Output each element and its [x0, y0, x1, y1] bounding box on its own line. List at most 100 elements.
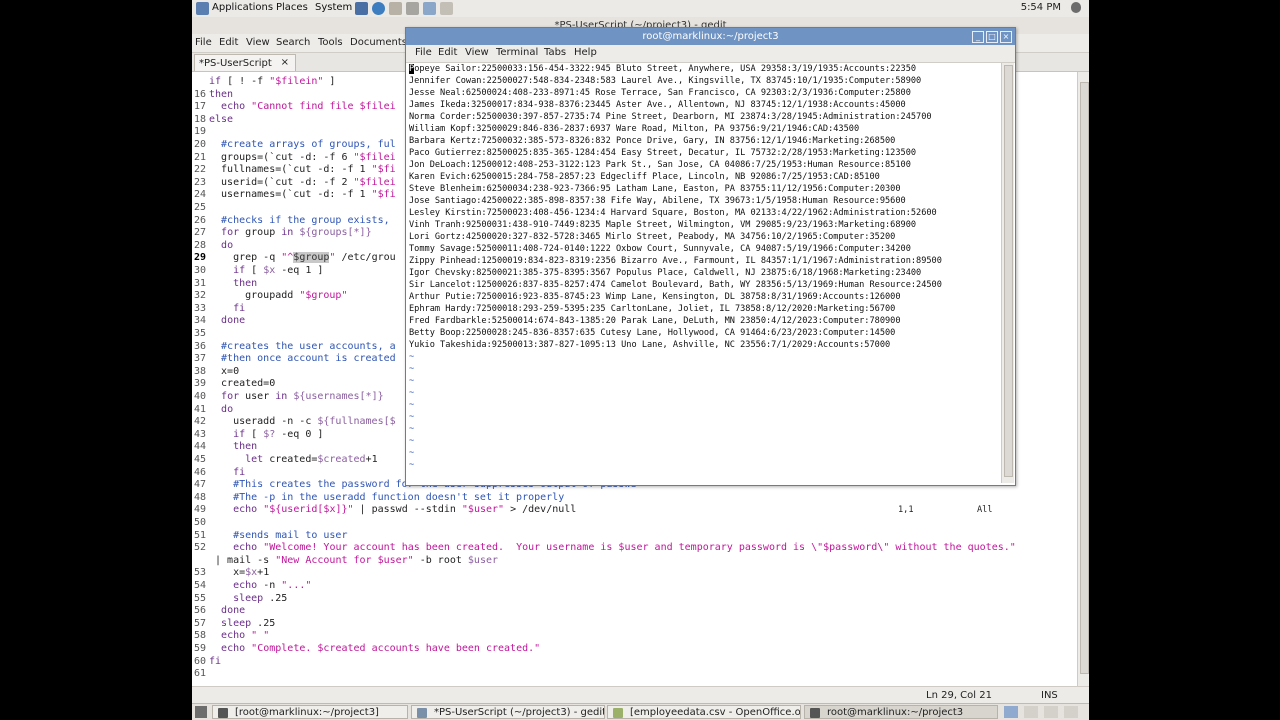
code-line[interactable]: 17 echo "Cannot find file $filei: [192, 101, 396, 114]
terminal-scrollbar[interactable]: [1001, 63, 1014, 483]
code-line[interactable]: 59 echo "Complete. $created accounts hav…: [192, 643, 540, 656]
terminal-menu-help[interactable]: Help: [574, 47, 597, 58]
line-number: 60: [193, 655, 206, 667]
code-line[interactable]: 41 do: [192, 404, 233, 417]
tools-launcher-icon[interactable]: [440, 2, 453, 15]
minimize-icon[interactable]: _: [972, 31, 984, 43]
terminal-menu-edit[interactable]: Edit: [438, 47, 457, 58]
workspace-3[interactable]: [1044, 706, 1058, 718]
code-line[interactable]: 60 fi: [192, 656, 221, 669]
terminal-scroll-thumb[interactable]: [1004, 65, 1013, 477]
show-desktop-icon[interactable]: [195, 706, 207, 718]
code-line[interactable]: 27 for group in ${groups[*]}: [192, 227, 372, 240]
mail-launcher-icon[interactable]: [389, 2, 402, 15]
gedit-menu-edit[interactable]: Edit: [219, 37, 238, 48]
code-line[interactable]: 20 #create arrays of groups, ful: [192, 139, 396, 152]
line-number: 51: [193, 529, 206, 541]
gedit-menu-documents[interactable]: Documents: [350, 37, 407, 48]
task-gedit[interactable]: *PS-UserScript (~/project3) - gedit: [411, 705, 605, 719]
code-line[interactable]: 39 created=0: [192, 378, 275, 391]
code-line[interactable]: 29 grep -q "^$group" /etc/grou: [192, 252, 396, 265]
code-line[interactable]: 37 #then once account is created: [192, 353, 396, 366]
code-line[interactable]: 38 x=0: [192, 366, 239, 379]
code-line[interactable]: 44 then: [192, 441, 257, 454]
applications-menu[interactable]: Applications: [212, 2, 273, 13]
code-line[interactable]: 25: [192, 202, 209, 215]
code-line[interactable]: 31 then: [192, 278, 257, 291]
workspace-4[interactable]: [1064, 706, 1078, 718]
code-line[interactable]: 34 done: [192, 315, 245, 328]
places-menu[interactable]: Places: [276, 2, 308, 13]
terminal-menu-tabs[interactable]: Tabs: [544, 47, 566, 58]
code-line[interactable]: 26 #checks if the group exists,: [192, 215, 390, 228]
workspace-1[interactable]: [1004, 706, 1018, 718]
code-line[interactable]: 28 do: [192, 240, 233, 253]
terminal-launcher-icon[interactable]: [355, 2, 368, 15]
terminal-menu-file[interactable]: File: [415, 47, 432, 58]
code-line[interactable]: 22 fullnames=(`cut -d: -f 1 "$fi: [192, 164, 396, 177]
gedit-menu-tools[interactable]: Tools: [318, 37, 343, 48]
code-line[interactable]: 40 for user in ${usernames[*]}: [192, 391, 384, 404]
system-menu[interactable]: System: [315, 2, 352, 13]
code-line[interactable]: 21 groups=(`cut -d: -f 6 "$filei: [192, 152, 396, 165]
terminal-content[interactable]: 1,1 All Popeye Sailor:22500033:156-454-3…: [406, 63, 1001, 515]
clock[interactable]: 5:54 PM: [1021, 2, 1061, 13]
gedit-menu-search[interactable]: Search: [276, 37, 310, 48]
task-terminal-1[interactable]: [root@marklinux:~/project3]: [212, 705, 408, 719]
terminal-menu-terminal[interactable]: Terminal: [496, 47, 538, 58]
gedit-menu-file[interactable]: File: [195, 37, 212, 48]
code-line[interactable]: 24 usernames=(`cut -d: -f 1 "$fi: [192, 189, 396, 202]
line-number: 43: [193, 428, 206, 440]
code-line[interactable]: 56 done: [192, 605, 245, 618]
code-line[interactable]: 18 else: [192, 114, 233, 127]
code-line[interactable]: 45 let created=$created+1: [192, 454, 378, 467]
code-line[interactable]: 55 sleep .25: [192, 593, 287, 606]
tab-close-icon[interactable]: ×: [281, 57, 289, 68]
editor-scrollbar[interactable]: [1077, 72, 1089, 686]
code-line[interactable]: 43 if [ $? -eq 0 ]: [192, 429, 323, 442]
code-line[interactable]: 30 if [ $x -eq 1 ]: [192, 265, 323, 278]
code-line[interactable]: 46 fi: [192, 467, 245, 480]
code-line[interactable]: 50: [192, 517, 209, 530]
vim-empty-line-marker: ~: [409, 436, 415, 446]
volume-icon[interactable]: [1071, 2, 1081, 13]
task-terminal-2[interactable]: root@marklinux:~/project3: [804, 705, 998, 719]
terminal-icon: [810, 708, 820, 718]
code-line[interactable]: 51 #sends mail to user: [192, 529, 348, 543]
line-number: 22: [193, 164, 206, 176]
browser-launcher-icon[interactable]: [372, 2, 385, 15]
code-line[interactable]: 36 #creates the user accounts, a: [192, 341, 396, 354]
code-line[interactable]: if [ ! -f "$filein" ]: [192, 76, 335, 89]
terminal-window[interactable]: root@marklinux:~/project3 _ □ × File Edi…: [405, 27, 1016, 515]
bottom-taskbar: [root@marklinux:~/project3] *PS-UserScri…: [192, 703, 1089, 720]
code-line[interactable]: 35: [192, 328, 209, 341]
line-number: 38: [193, 365, 206, 377]
notes-launcher-icon[interactable]: [406, 2, 419, 15]
tab-ps-userscript[interactable]: *PS-UserScript ×: [194, 54, 296, 71]
code-line[interactable]: 23 userid=(`cut -d: -f 2 "$filei: [192, 177, 396, 190]
code-line[interactable]: 61: [192, 668, 209, 681]
workspace-2[interactable]: [1024, 706, 1038, 718]
code-line[interactable]: 49 echo "${userid[$x]}" | passwd --stdin…: [192, 504, 576, 517]
task-openoffice[interactable]: [employeedata.csv - OpenOffice.or...: [607, 705, 801, 719]
terminal-menu-view[interactable]: View: [465, 47, 489, 58]
code-line[interactable]: 54 echo -n "...": [192, 580, 311, 593]
code-line[interactable]: 58 echo " ": [192, 630, 269, 643]
code-line[interactable]: 33 fi: [192, 303, 245, 316]
editor-scroll-thumb[interactable]: [1080, 82, 1089, 674]
code-line[interactable]: 53 x=$x+1: [192, 567, 269, 580]
maximize-icon[interactable]: □: [986, 31, 998, 43]
code-line[interactable]: 16 then: [192, 89, 233, 102]
code-line[interactable]: 19: [192, 126, 209, 139]
code-line[interactable]: 52 echo "Welcome! Your account has been …: [192, 542, 1016, 555]
code-line[interactable]: 57 sleep .25: [192, 618, 275, 631]
terminal-title-bar[interactable]: root@marklinux:~/project3 _ □ ×: [406, 28, 1015, 45]
gedit-menu-view[interactable]: View: [246, 37, 270, 48]
foot-menu-icon[interactable]: [196, 2, 209, 15]
code-line[interactable]: | mail -s "New Account for $user" -b roo…: [192, 555, 498, 568]
files-launcher-icon[interactable]: [423, 2, 436, 15]
code-line[interactable]: 42 useradd -n -c ${fullnames[$: [192, 416, 396, 429]
code-line[interactable]: 32 groupadd "$group": [192, 290, 348, 303]
code-line[interactable]: 48 #The -p in the useradd function doesn…: [192, 492, 564, 505]
close-icon[interactable]: ×: [1000, 31, 1012, 43]
